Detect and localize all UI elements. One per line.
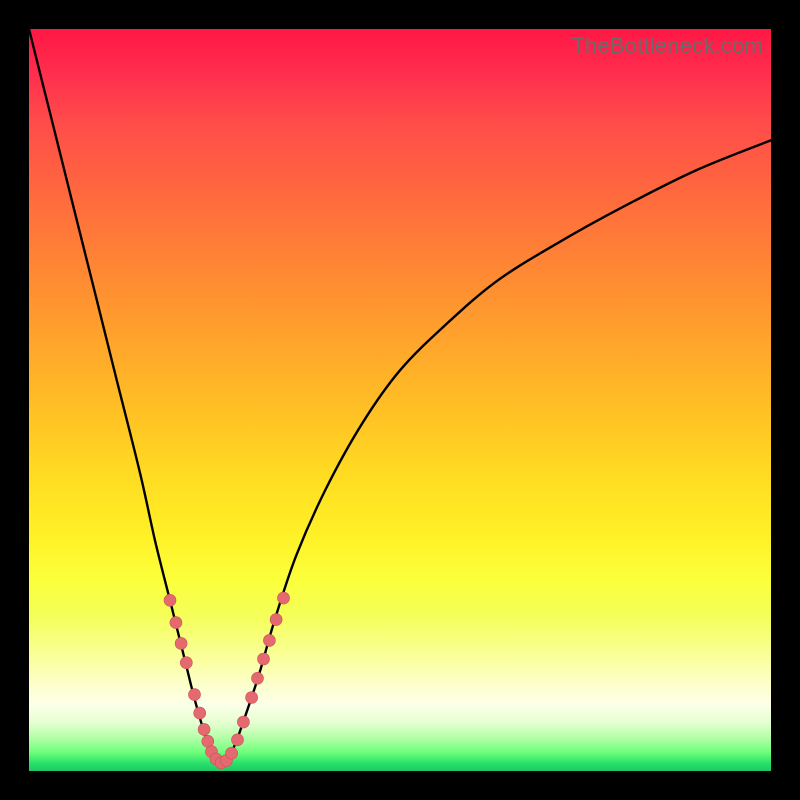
highlight-dot [278,592,290,604]
highlight-dot [189,689,201,701]
highlight-dot [237,716,249,728]
highlight-dots-group [164,592,290,769]
bottleneck-curve-path [29,29,771,764]
highlight-dot [164,594,176,606]
highlight-dot [170,617,182,629]
highlight-dot [175,637,187,649]
highlight-dot [258,653,270,665]
chart-frame: TheBottleneck.com [0,0,800,800]
highlight-dot [198,723,210,735]
highlight-dot [263,634,275,646]
highlight-dot [246,692,258,704]
highlight-dot [232,734,244,746]
plot-area: TheBottleneck.com [29,29,771,771]
curve-layer [29,29,771,771]
highlight-dot [180,657,192,669]
highlight-dot [226,747,238,759]
highlight-dot [252,672,264,684]
highlight-dot [270,614,282,626]
highlight-dot [194,707,206,719]
